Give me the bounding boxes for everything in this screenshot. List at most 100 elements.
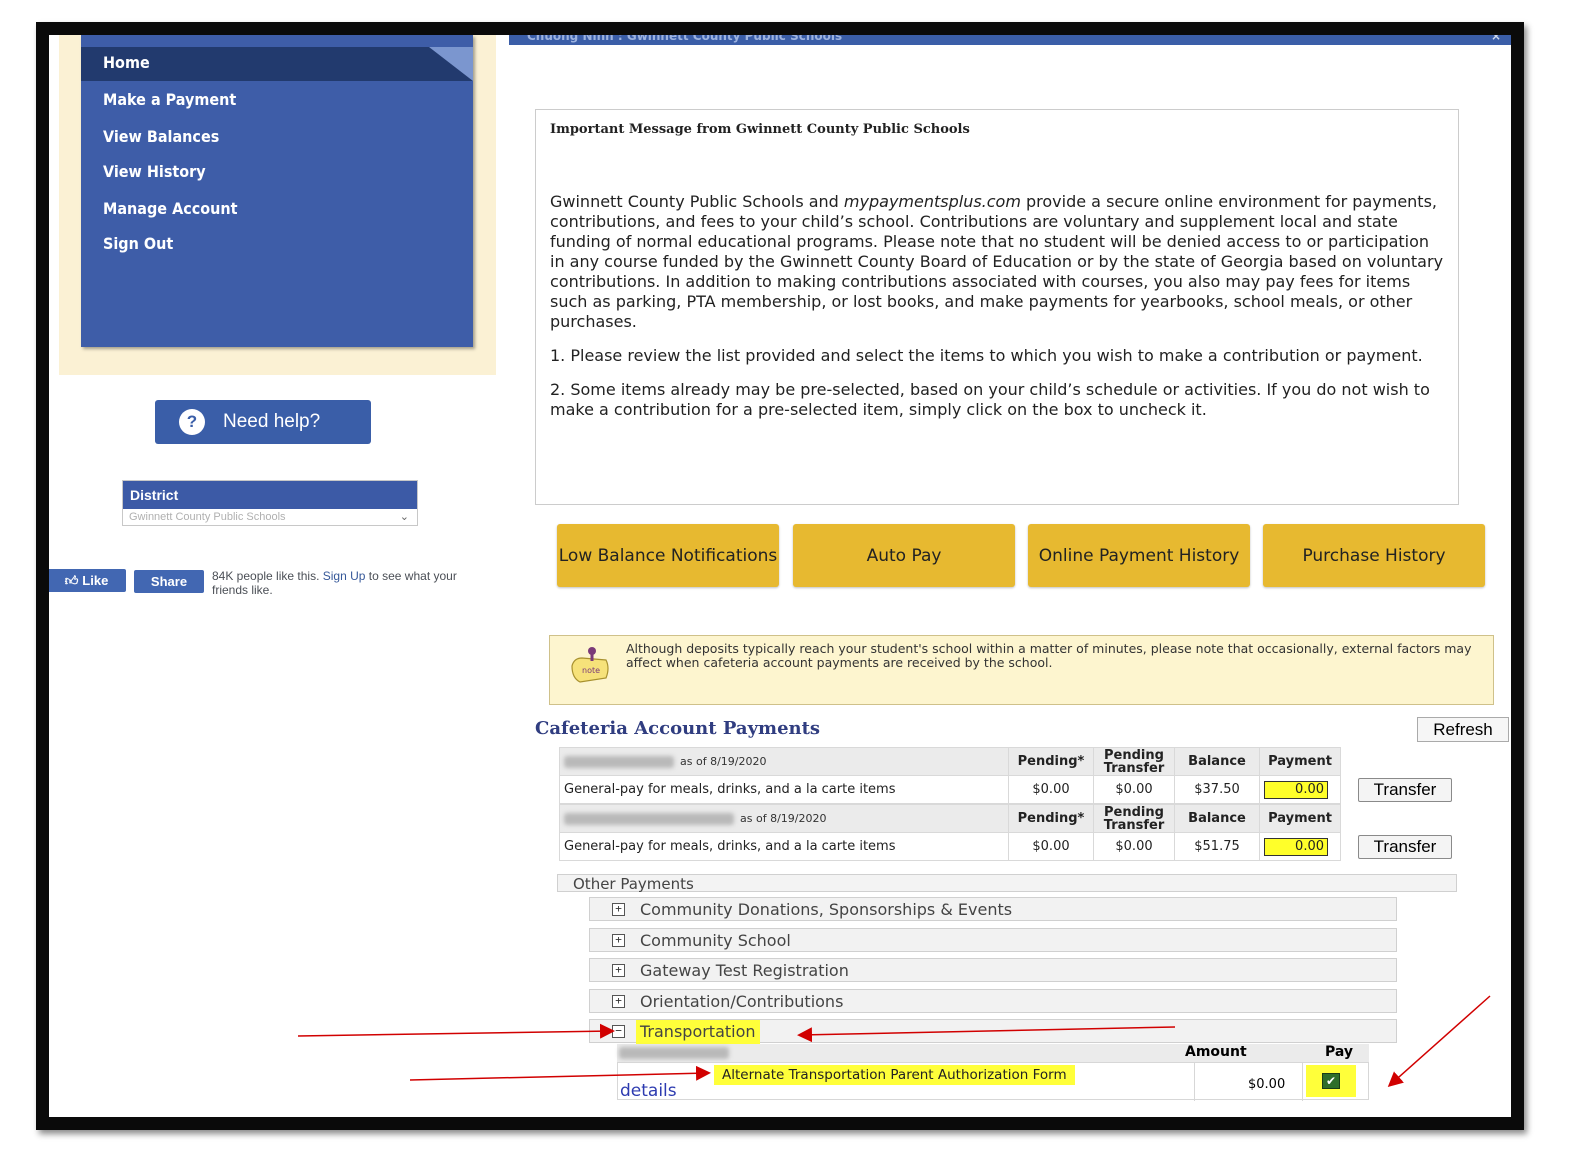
col-payment: Payment [1259,747,1341,776]
student-name-cell: as of 8/19/2020 [559,747,1009,776]
screenshot-frame: Chuong Ninh : Gwinnett County Public Sch… [36,22,1524,1130]
title-bar: Chuong Ninh : Gwinnett County Public Sch… [509,35,1511,45]
item-description: General-pay for meals, drinks, and a la … [559,775,1009,804]
low-balance-notifications-button[interactable]: Low Balance Notifications [557,524,779,587]
deposit-note: note Although deposits typically reach y… [549,635,1494,705]
message-title: Important Message from Gwinnett County P… [550,122,970,137]
item-description: General-pay for meals, drinks, and a la … [559,832,1009,861]
redacted-name [564,813,734,825]
like-count-text: 84K people like this. [212,569,323,583]
cafeteria-account-table-1: as of 8/19/2020 Pending* Pending Transfe… [559,747,1341,804]
amount-header: Amount [1185,1044,1247,1060]
col-payment: Payment [1259,804,1341,833]
category-community-donations[interactable]: + Community Donations, Sponsorships & Ev… [589,897,1397,921]
district-select[interactable]: Gwinnett County Public Schools ⌄ [123,509,417,525]
thumbs-up-icon: 👍︎ [64,572,79,588]
pay-cell: ✔ [1306,1065,1356,1097]
refresh-button[interactable]: Refresh [1417,717,1509,742]
pending-value: $0.00 [1008,832,1094,861]
auto-pay-button[interactable]: Auto Pay [793,524,1015,587]
pending-transfer-value: $0.00 [1093,775,1175,804]
sidebar-item-sign-out[interactable]: Sign Out [103,234,173,253]
expand-icon: + [612,964,625,977]
category-label: Transportation [636,1020,760,1044]
expand-icon: + [612,903,625,916]
category-community-school[interactable]: + Community School [589,928,1397,952]
category-label: Community School [640,931,791,950]
close-icon[interactable]: × [1491,35,1501,42]
like-label: Like [82,573,109,588]
divider [1194,1063,1195,1101]
need-help-label: Need help? [223,411,321,432]
table-row: General-pay for meals, drinks, and a la … [559,832,1341,861]
page: Chuong Ninh : Gwinnett County Public Sch… [49,35,1511,1117]
transfer-button[interactable]: Transfer [1358,778,1452,802]
expand-icon: + [612,995,625,1008]
message-paragraph-2: 1. Please review the list provided and s… [550,346,1423,365]
collapse-icon: − [612,1025,625,1038]
message-paragraph-1: Gwinnett County Public Schools and mypay… [550,192,1444,332]
district-value: Gwinnett County Public Schools [129,511,286,523]
col-pending: Pending* [1008,804,1094,833]
pending-value: $0.00 [1008,775,1094,804]
other-payments-header: Other Payments [557,874,1457,893]
category-transportation[interactable]: − Transportation [589,1019,1397,1044]
as-of-date: as of 8/19/2020 [740,812,827,825]
redacted-student-name [619,1047,729,1059]
pay-header: Pay [1325,1044,1354,1060]
site-name: mypaymentsplus.com [843,192,1021,211]
table-row: General-pay for meals, drinks, and a la … [559,775,1341,804]
student-name-cell: as of 8/19/2020 [559,804,1009,833]
redacted-name [564,756,674,768]
sidebar-nav: Home Make a Payment View Balances View H… [81,35,473,347]
sidebar-item-manage-account[interactable]: Manage Account [103,199,238,218]
details-link[interactable]: details [620,1081,677,1101]
pending-transfer-value: $0.00 [1093,832,1175,861]
col-balance: Balance [1174,747,1260,776]
category-label: Community Donations, Sponsorships & Even… [640,900,1013,919]
transfer-button[interactable]: Transfer [1358,835,1452,859]
online-payment-history-button[interactable]: Online Payment History [1028,524,1250,587]
district-label: District [123,481,417,509]
svg-text:note: note [582,666,600,675]
payment-cell: 0.00 [1259,775,1341,804]
cafeteria-title: Cafeteria Account Payments [535,718,821,739]
expand-icon: + [612,934,625,947]
need-help-button[interactable]: ? Need help? [155,400,371,444]
page-fold-decoration [429,47,473,81]
signup-link[interactable]: Sign Up [323,569,366,583]
payment-input[interactable]: 0.00 [1264,837,1328,856]
col-pending-transfer: Pending Transfer [1093,747,1175,776]
note-icon: note [571,647,609,683]
facebook-like-button[interactable]: 👍︎ Like [49,569,126,592]
sidebar-item-home[interactable]: Home [103,53,150,72]
important-message: Important Message from Gwinnett County P… [535,109,1459,505]
pay-checkbox[interactable]: ✔ [1322,1073,1340,1089]
sidebar-item-view-balances[interactable]: View Balances [103,127,219,146]
transportation-item-row: Alternate Transportation Parent Authoriz… [617,1062,1369,1101]
category-orientation[interactable]: + Orientation/Contributions [589,989,1397,1013]
sidebar-item-make-payment[interactable]: Make a Payment [103,90,236,109]
category-gateway-test[interactable]: + Gateway Test Registration [589,958,1397,982]
col-balance: Balance [1174,804,1260,833]
payment-input[interactable]: 0.00 [1264,780,1328,799]
category-label: Orientation/Contributions [640,992,844,1011]
transportation-header-row: Amount Pay [617,1044,1369,1062]
payment-cell: 0.00 [1259,832,1341,861]
chevron-down-icon: ⌄ [399,511,409,523]
district-selector: District Gwinnett County Public Schools … [122,480,418,526]
purchase-history-button[interactable]: Purchase History [1263,524,1485,587]
as-of-date: as of 8/19/2020 [680,755,767,768]
message-paragraph-3: 2. Some items already may be pre-selecte… [550,380,1430,419]
amount-value: $0.00 [1248,1077,1286,1092]
message-text: provide a secure online environment for … [550,192,1444,331]
col-pending-transfer: Pending Transfer [1093,804,1175,833]
facebook-share-button[interactable]: Share [134,570,204,593]
deposit-note-text: Although deposits typically reach your s… [626,641,1472,670]
balance-value: $51.75 [1174,832,1260,861]
balance-value: $37.50 [1174,775,1260,804]
message-text: Gwinnett County Public Schools and [550,192,844,211]
cafeteria-account-table-2: as of 8/19/2020 Pending* Pending Transfe… [559,804,1341,861]
col-pending: Pending* [1008,747,1094,776]
sidebar-item-view-history[interactable]: View History [103,162,206,181]
